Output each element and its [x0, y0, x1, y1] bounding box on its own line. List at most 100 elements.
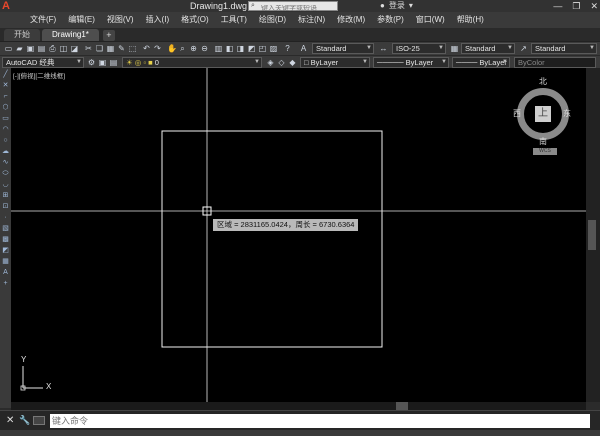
line-icon[interactable]: ╱ [1, 70, 10, 79]
polyline-icon[interactable]: ⌐ [1, 92, 10, 101]
qsave-icon[interactable]: ▤ [37, 44, 46, 53]
recent-commands-icon[interactable] [33, 416, 45, 425]
rectangle-icon[interactable]: ▭ [1, 114, 10, 123]
make-current-layer-icon[interactable]: ◈ [266, 58, 275, 67]
circle-icon[interactable]: ○ [1, 136, 10, 145]
calculator-icon[interactable]: ▨ [269, 44, 278, 53]
new-tab-plus-icon[interactable]: + [102, 30, 115, 41]
color-select[interactable]: □ ByLayer ▼ [300, 57, 370, 68]
print-icon[interactable]: ⎙ [48, 44, 57, 53]
workspace-select[interactable]: AutoCAD 经典 ▼ [2, 57, 84, 68]
menu-window[interactable]: 窗口(W) [410, 12, 451, 28]
mleader-style-select[interactable]: Standard ▼ [531, 43, 597, 54]
redo-icon[interactable]: ↷ [153, 44, 162, 53]
new-file-icon[interactable]: ▭ [4, 44, 13, 53]
menu-draw[interactable]: 绘图(D) [253, 12, 292, 28]
workspace-settings-gear-icon[interactable]: ⚙ [87, 58, 96, 67]
vertical-scroll-thumb[interactable] [588, 220, 596, 250]
wcs-menu-button[interactable]: WCS [533, 148, 557, 155]
copy-icon[interactable]: ❏ [95, 44, 104, 53]
drawn-rectangle[interactable] [161, 130, 383, 348]
polygon-icon[interactable]: ⬡ [1, 103, 10, 112]
markup-icon[interactable]: ◰ [258, 44, 267, 53]
region-icon[interactable]: ◩ [1, 246, 10, 255]
sheet-set-icon[interactable]: ◩ [247, 44, 256, 53]
spline-icon[interactable]: ∿ [1, 158, 10, 167]
menu-file[interactable]: 文件(F) [24, 12, 62, 28]
insert-block-icon[interactable]: ⊞ [1, 191, 10, 200]
layer-state-icon[interactable]: ◆ [288, 58, 297, 67]
search-box[interactable]: ⌕ [248, 1, 338, 13]
cut-icon[interactable]: ✂ [84, 44, 93, 53]
drawing-canvas[interactable]: [-][俯视][二维线框] Y X 区域 = 2831165.0424，周长 =… [11, 68, 586, 402]
save-icon[interactable]: ▣ [26, 44, 35, 53]
layer-previous-icon[interactable]: ◇ [277, 58, 286, 67]
zoom-window-icon[interactable]: ⊕ [189, 44, 198, 53]
menu-view[interactable]: 视图(V) [101, 12, 140, 28]
menu-edit[interactable]: 编辑(E) [62, 12, 101, 28]
text-style-select[interactable]: Standard ▼ [312, 43, 374, 54]
table-style-select[interactable]: Standard ▼ [461, 43, 515, 54]
layer-properties-icon[interactable]: ▤ [109, 58, 118, 67]
pan-icon[interactable]: ✋ [167, 44, 177, 53]
tab-drawing1[interactable]: Drawing1* [42, 29, 99, 41]
command-input[interactable] [50, 414, 590, 428]
vertical-scrollbar[interactable] [586, 68, 600, 402]
login-area[interactable]: ● 登录 ▾ [380, 0, 413, 12]
properties-icon[interactable]: ▥ [214, 44, 223, 53]
horizontal-scrollbar[interactable] [11, 402, 586, 410]
compass-north[interactable]: 北 [539, 76, 547, 87]
login-label[interactable]: 登录 [389, 0, 405, 12]
add-selected-icon[interactable]: + [1, 279, 10, 288]
gradient-icon[interactable]: ▩ [1, 235, 10, 244]
zoom-realtime-icon[interactable]: ⌕ [178, 44, 187, 53]
ellipse-icon[interactable]: ⬭ [1, 169, 10, 178]
viewcube-top-face[interactable]: 上 [535, 106, 551, 122]
restore-icon[interactable]: ❐ [572, 0, 580, 12]
horizontal-scroll-thumb[interactable] [396, 402, 408, 410]
block-editor-icon[interactable]: ⬚ [128, 44, 137, 53]
app-logo-icon[interactable]: A [2, 1, 16, 12]
mtext-icon[interactable]: A [1, 268, 10, 277]
paste-icon[interactable]: ▦ [106, 44, 115, 53]
customize-wrench-icon[interactable]: 🔧 [19, 415, 30, 426]
close-icon[interactable]: ✕ [590, 0, 598, 12]
table-icon[interactable]: ▦ [1, 257, 10, 266]
menu-parametric[interactable]: 参数(P) [371, 12, 410, 28]
zoom-previous-icon[interactable]: ⊖ [200, 44, 209, 53]
menu-format[interactable]: 格式(O) [175, 12, 215, 28]
menu-tools[interactable]: 工具(T) [215, 12, 253, 28]
preview-icon[interactable]: ◫ [59, 44, 68, 53]
layer-select[interactable]: ☀ ◎ ▫ ■ 0 ▼ [122, 57, 262, 68]
match-properties-icon[interactable]: ✎ [117, 44, 126, 53]
arc-icon[interactable]: ◠ [1, 125, 10, 134]
minimize-icon[interactable]: — [553, 0, 562, 12]
revcloud-icon[interactable]: ☁ [1, 147, 10, 156]
plotstyle-select[interactable]: ByColor [514, 57, 596, 68]
lineweight-select[interactable]: ──── ByLayer ▼ [452, 57, 510, 68]
dim-style-select[interactable]: ISO-25 ▼ [392, 43, 446, 54]
menu-help[interactable]: 帮助(H) [451, 12, 490, 28]
point-icon[interactable]: · [1, 213, 10, 222]
menu-dimension[interactable]: 标注(N) [292, 12, 331, 28]
menu-modify[interactable]: 修改(M) [331, 12, 371, 28]
viewcube[interactable]: 上 北 南 东 西 WCS [513, 76, 573, 158]
compass-east[interactable]: 东 [563, 108, 571, 119]
compass-south[interactable]: 南 [539, 136, 547, 147]
linetype-select[interactable]: ───── ByLayer ▼ [373, 57, 449, 68]
make-block-icon[interactable]: ⊡ [1, 202, 10, 211]
publish-icon[interactable]: ◪ [70, 44, 79, 53]
tool-palettes-icon[interactable]: ◨ [236, 44, 245, 53]
close-command-line-icon[interactable]: ✕ [6, 415, 14, 426]
undo-icon[interactable]: ↶ [142, 44, 151, 53]
design-center-icon[interactable]: ◧ [225, 44, 234, 53]
compass-west[interactable]: 西 [513, 108, 521, 119]
menu-insert[interactable]: 插入(I) [140, 12, 176, 28]
customize-icon[interactable]: ▣ [98, 58, 107, 67]
help-icon[interactable]: ? [283, 44, 292, 53]
construction-line-icon[interactable]: ✕ [1, 81, 10, 90]
ellipse-arc-icon[interactable]: ◡ [1, 180, 10, 189]
hatch-icon[interactable]: ▧ [1, 224, 10, 233]
open-folder-icon[interactable]: ▰ [15, 44, 24, 53]
tab-start[interactable]: 开始 [4, 29, 40, 41]
